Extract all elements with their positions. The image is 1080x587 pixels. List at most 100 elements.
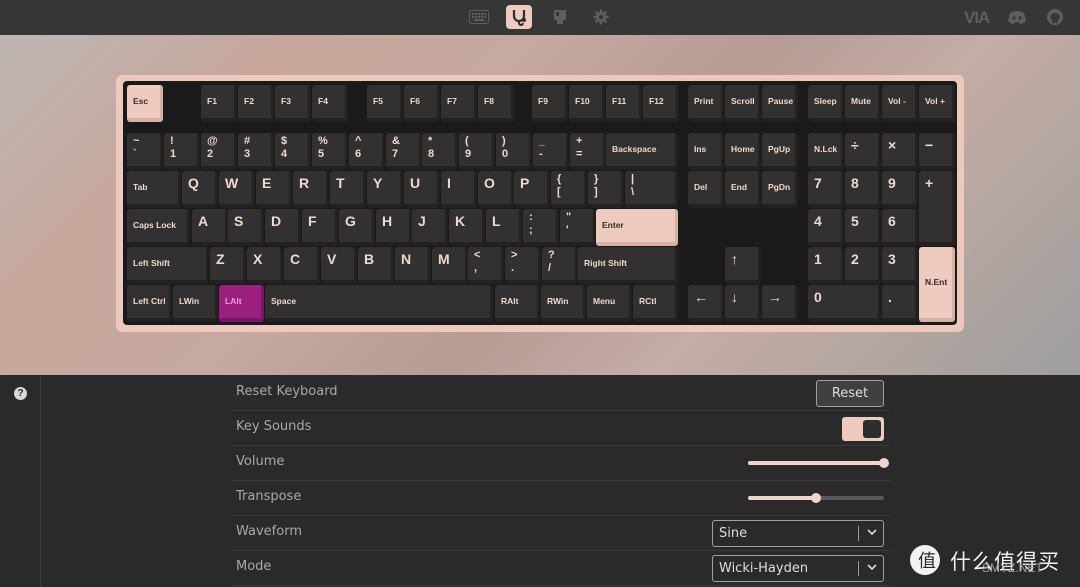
waveform-select[interactable]: Sine [712,520,884,547]
settings-icon[interactable] [588,5,614,29]
key-c[interactable]: C [284,247,320,284]
key-ralt[interactable]: RAlt [495,285,540,322]
key-n9[interactable]: (9 [459,133,495,170]
key-kp5[interactable]: 5 [845,209,881,246]
key-f4[interactable]: F4 [312,85,348,122]
key-kpplus[interactable]: + [919,171,955,246]
key-i[interactable]: I [441,171,477,208]
key-p[interactable]: P [514,171,550,208]
key-f5[interactable]: F5 [367,85,403,122]
key-numlock[interactable]: N.Lck [808,133,844,170]
key-backspace[interactable]: Backspace [606,133,678,170]
key-z[interactable]: Z [210,247,246,284]
discord-icon[interactable] [1004,5,1030,29]
key-e[interactable]: E [256,171,292,208]
key-f9[interactable]: F9 [532,85,568,122]
volume-slider[interactable] [748,458,889,468]
key-lwin[interactable]: LWin [173,285,218,322]
key-lbracket[interactable]: {[ [551,171,587,208]
key-rwin[interactable]: RWin [541,285,586,322]
key-enter[interactable]: Enter [596,209,678,246]
key-kpenter[interactable]: N.Ent [919,247,955,322]
key-print[interactable]: Print [688,85,724,122]
key-kp3[interactable]: 3 [882,247,918,284]
key-n6[interactable]: ^ 6 [349,133,385,170]
key-f[interactable]: F [302,209,338,246]
github-icon[interactable] [1042,5,1068,29]
key-kp7[interactable]: 7 [808,171,844,208]
key-k[interactable]: K [449,209,485,246]
test-icon[interactable] [506,5,532,29]
key-f8[interactable]: F8 [478,85,514,122]
key-a[interactable]: A [192,209,228,246]
key-right[interactable]: → [762,285,798,322]
key-down[interactable]: ↓ [725,285,761,322]
key-quote[interactable]: " ' [560,209,596,246]
key-u[interactable]: U [404,171,440,208]
key-f10[interactable]: F10 [569,85,605,122]
key-o[interactable]: O [478,171,514,208]
design-icon[interactable] [547,5,573,29]
key-volup[interactable]: Vol + [919,85,955,122]
key-home[interactable]: Home [725,133,761,170]
key-y[interactable]: Y [367,171,403,208]
key-f1[interactable]: F1 [201,85,237,122]
key-kpminus[interactable]: − [919,133,955,170]
key-pgdn[interactable]: PgDn [762,171,798,208]
key-ins[interactable]: Ins [688,133,724,170]
key-n8[interactable]: * 8 [422,133,458,170]
key-semicolon[interactable]: :; [523,209,559,246]
key-voldown[interactable]: Vol - [882,85,918,122]
key-x[interactable]: X [247,247,283,284]
key-n3[interactable]: #3 [238,133,274,170]
key-lalt[interactable]: LAlt [219,285,264,322]
key-del[interactable]: Del [688,171,724,208]
key-pause[interactable]: Pause [762,85,798,122]
key-n1[interactable]: ! 1 [164,133,200,170]
key-l[interactable]: L [486,209,522,246]
key-equal[interactable]: + = [570,133,606,170]
key-n2[interactable]: @2 [201,133,237,170]
key-pgup[interactable]: PgUp [762,133,798,170]
key-scroll[interactable]: Scroll [725,85,761,122]
key-kp0[interactable]: 0 [808,285,881,322]
key-kpmul[interactable]: × [882,133,918,170]
key-kp8[interactable]: 8 [845,171,881,208]
key-f6[interactable]: F6 [404,85,440,122]
key-minus[interactable]: _ - [533,133,569,170]
key-m[interactable]: M [432,247,468,284]
key-caps[interactable]: Caps Lock [127,209,190,246]
key-q[interactable]: Q [182,171,218,208]
key-kp6[interactable]: 6 [882,209,918,246]
key-mute[interactable]: Mute [845,85,881,122]
via-logo[interactable]: VIA [964,8,990,28]
key-sleep[interactable]: Sleep [808,85,844,122]
key-grave[interactable]: ~ ` [127,133,163,170]
key-esc[interactable]: Esc [127,85,163,122]
key-f2[interactable]: F2 [238,85,274,122]
key-menu[interactable]: Menu [587,285,632,322]
key-tab[interactable]: Tab [127,171,181,208]
transpose-slider[interactable] [748,493,884,503]
key-slash[interactable]: ? / [542,247,578,284]
key-kpdiv[interactable]: ÷ [845,133,881,170]
key-space[interactable]: Space [265,285,493,322]
key-f7[interactable]: F7 [441,85,477,122]
key-kp1[interactable]: 1 [808,247,844,284]
key-kpdot[interactable]: . [882,285,918,322]
slider-thumb[interactable] [811,493,821,503]
key-kp2[interactable]: 2 [845,247,881,284]
key-n4[interactable]: $4 [275,133,311,170]
key-f11[interactable]: F11 [606,85,642,122]
key-n[interactable]: N [395,247,431,284]
key-up[interactable]: ↑ [725,247,761,284]
key-v[interactable]: V [321,247,357,284]
key-rshift[interactable]: Right Shift [578,247,678,284]
key-g[interactable]: G [339,209,375,246]
key-left[interactable]: ← [688,285,724,322]
key-f3[interactable]: F3 [275,85,311,122]
key-kp4[interactable]: 4 [808,209,844,246]
key-n5[interactable]: % 5 [312,133,348,170]
key-end[interactable]: End [725,171,761,208]
key-comma[interactable]: <, [468,247,504,284]
